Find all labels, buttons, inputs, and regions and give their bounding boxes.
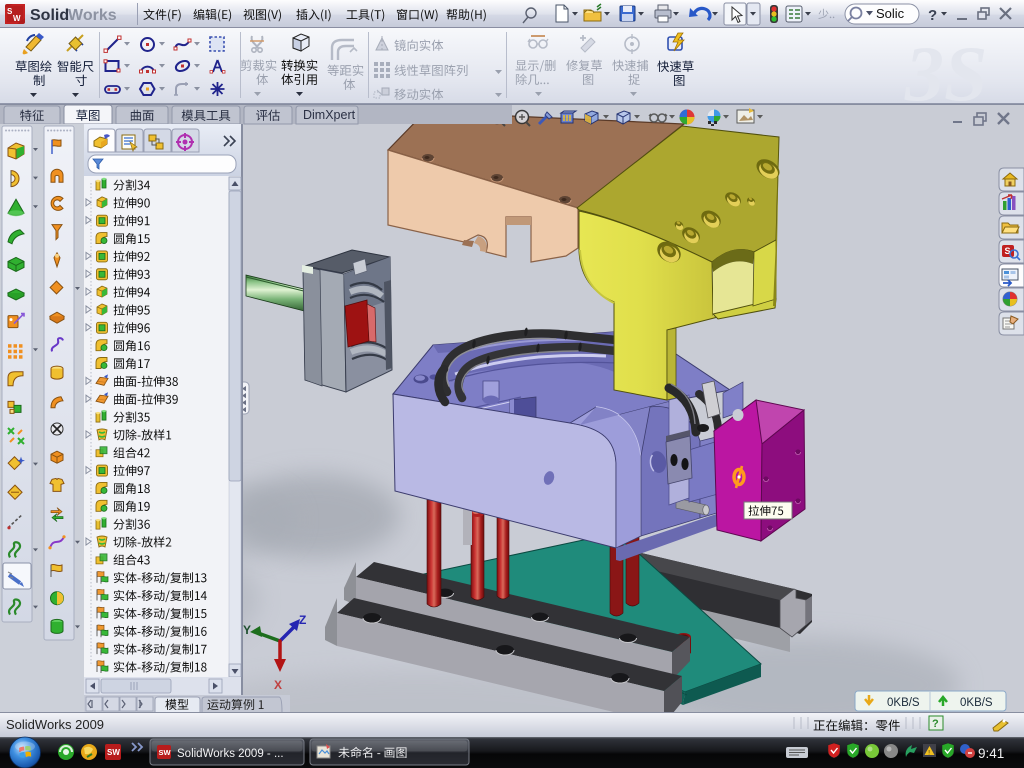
svg-text:W: W xyxy=(13,14,21,23)
svg-text:Z: Z xyxy=(299,613,306,627)
svg-text:?: ? xyxy=(932,718,939,730)
svg-text:Works: Works xyxy=(68,7,117,24)
svg-text:?: ? xyxy=(928,7,937,24)
svg-text:SolidWorks 2009 - ...: SolidWorks 2009 - ... xyxy=(177,748,284,760)
svg-text:X: X xyxy=(274,678,282,692)
svg-text:DimXpert: DimXpert xyxy=(303,108,356,122)
svg-text:Solic: Solic xyxy=(876,6,905,21)
svg-text:Solid: Solid xyxy=(30,7,69,24)
svg-text:Y: Y xyxy=(243,623,251,637)
svg-text:0KB/S: 0KB/S xyxy=(960,697,993,709)
svg-text:SolidWorks 2009: SolidWorks 2009 xyxy=(6,717,104,732)
svg-text:SW: SW xyxy=(159,748,172,757)
svg-text:0KB/S: 0KB/S xyxy=(887,697,920,709)
svg-text:SW: SW xyxy=(107,748,120,757)
svg-text:9:41: 9:41 xyxy=(978,746,1004,761)
